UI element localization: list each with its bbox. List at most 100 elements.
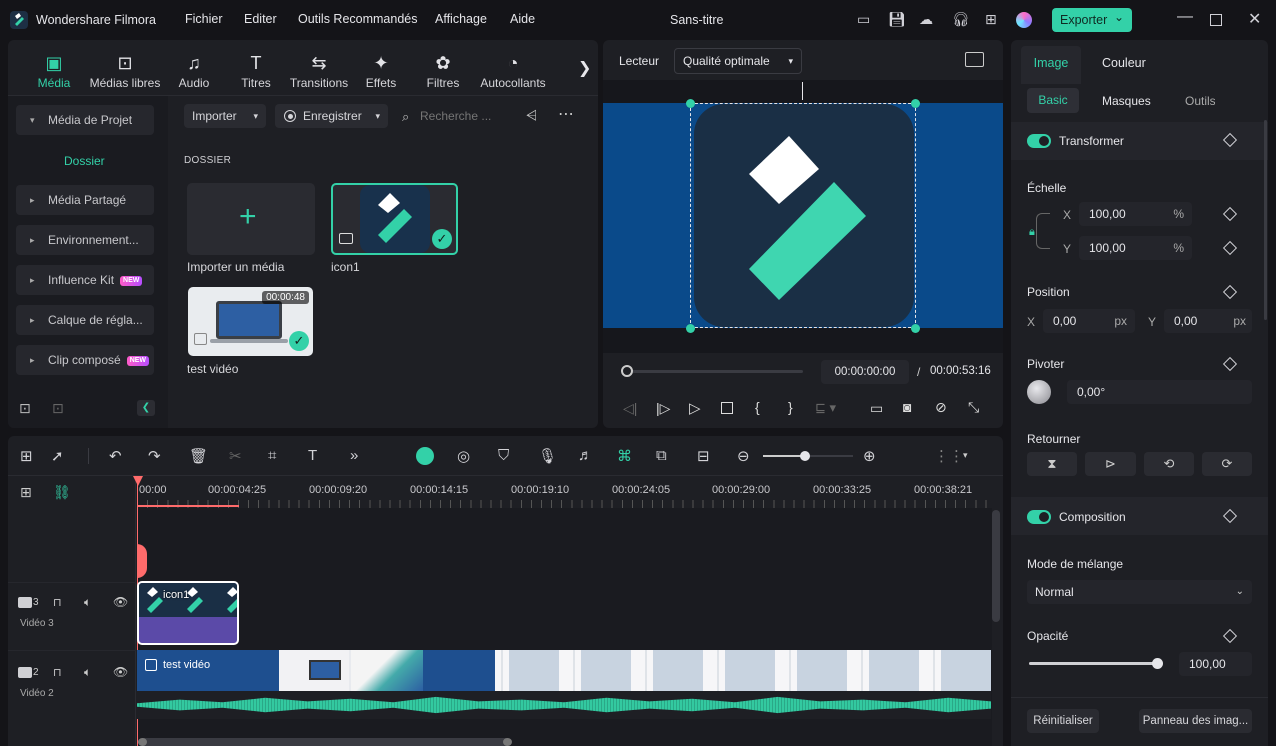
delete-icon[interactable]: 🗑︎: [189, 447, 208, 465]
opacity-input[interactable]: 100,00: [1179, 652, 1252, 676]
grid-view-icon[interactable]: ⋮⋮: [934, 447, 964, 465]
tab-image[interactable]: Image: [1021, 46, 1081, 84]
cloud-upload-icon[interactable]: ☁: [919, 11, 933, 28]
playback-knob[interactable]: [621, 365, 633, 377]
save-icon[interactable]: 💾︎: [888, 11, 906, 28]
composition-toggle[interactable]: [1027, 510, 1051, 524]
menu-affichage[interactable]: Affichage: [435, 12, 487, 26]
sidebar-item-shared-media[interactable]: Média Partagé: [16, 185, 154, 215]
play-icon[interactable]: ▷: [689, 399, 701, 417]
layout-grid-icon[interactable]: ⊞: [20, 447, 33, 465]
reset-button[interactable]: Réinitialiser: [1027, 709, 1099, 733]
scroll-handle[interactable]: [138, 738, 147, 746]
avatar[interactable]: [1016, 12, 1032, 28]
fit-icon[interactable]: ⊟: [697, 447, 710, 465]
collapse-sidebar-button[interactable]: ❮: [137, 400, 155, 416]
resize-handle[interactable]: [686, 324, 695, 333]
keyframe-panel-button[interactable]: Panneau des imag...: [1139, 709, 1252, 733]
search-input[interactable]: [420, 104, 510, 128]
crop-icon[interactable]: ⌗: [268, 447, 276, 464]
folder-icon[interactable]: ⊡: [52, 400, 64, 417]
marker-menu-icon[interactable]: ⊑ ▾: [815, 400, 836, 416]
text-tool-icon[interactable]: T: [308, 447, 317, 464]
menu-aide[interactable]: Aide: [510, 12, 535, 26]
resize-handle[interactable]: [911, 99, 920, 108]
audio-indicator-tab[interactable]: [137, 544, 147, 578]
tab-audio[interactable]: ♫ Audio: [159, 52, 229, 90]
sidebar-item-influence-kit[interactable]: Influence Kit NEW: [16, 265, 154, 295]
fullscreen-icon[interactable]: ⤡: [968, 399, 979, 416]
camera-icon[interactable]: ◙: [903, 399, 911, 415]
playback-track[interactable]: [627, 370, 803, 373]
scale-x-input[interactable]: 100,00 %: [1079, 202, 1192, 226]
filter-sort-icon[interactable]: ⩤: [526, 107, 537, 124]
split-icon[interactable]: ✂: [229, 447, 242, 465]
close-icon[interactable]: ✕: [1248, 9, 1261, 29]
flip-vertical-button[interactable]: ⊳: [1085, 452, 1136, 476]
menu-fichier[interactable]: Fichier: [185, 12, 223, 26]
play-frame-icon[interactable]: |▷: [656, 400, 670, 417]
opacity-slider-track[interactable]: [1029, 662, 1157, 665]
subtab-basic[interactable]: Basic: [1027, 88, 1079, 113]
tab-transitions[interactable]: ⇆ Transitions: [284, 52, 354, 90]
media-item-icon1[interactable]: ✓: [331, 183, 458, 255]
mark-in-icon[interactable]: {: [755, 399, 760, 415]
more-options-icon[interactable]: ⋯: [558, 104, 574, 124]
snapshot-image-icon[interactable]: [965, 52, 984, 67]
clip-icon1[interactable]: icon1: [137, 581, 239, 645]
select-tool-icon[interactable]: ➚: [51, 447, 64, 465]
quality-select[interactable]: Qualité optimale ▾: [674, 48, 802, 74]
export-button[interactable]: Exporter ⌄: [1052, 8, 1132, 32]
tab-media[interactable]: ▣ Média: [19, 52, 89, 90]
position-x-input[interactable]: 0,00 px: [1043, 309, 1135, 333]
media-item-test-video[interactable]: 00:00:48 ✓: [188, 287, 313, 356]
link-icon[interactable]: ⛓: [53, 484, 71, 501]
import-button[interactable]: Importer ▾: [184, 104, 266, 128]
layout-icon[interactable]: ▭: [857, 11, 870, 28]
lock-icon[interactable]: ⊓: [53, 666, 62, 679]
import-media-tile[interactable]: +: [187, 183, 315, 255]
visibility-eye-icon[interactable]: 👁︎: [113, 665, 128, 679]
marker-icon[interactable]: ⛉: [498, 447, 509, 464]
lock-icon[interactable]: ⊓: [53, 596, 62, 609]
sidebar-item-compound-clip[interactable]: Clip composé NEW: [16, 345, 154, 375]
tab-filters[interactable]: ✿ Filtres: [408, 52, 478, 90]
tab-stock-media[interactable]: ⊡ Médias libres: [89, 52, 161, 90]
scroll-handle[interactable]: [503, 738, 512, 746]
scale-y-input[interactable]: 100,00 %: [1079, 236, 1192, 260]
clip-test-video[interactable]: test vidéo: [137, 650, 991, 691]
sidebar-item-project-media[interactable]: Média de Projet: [16, 105, 154, 135]
right-panel-scrollbar[interactable]: [1264, 120, 1267, 320]
chevron-right-icon[interactable]: ❯: [578, 58, 591, 78]
tab-stickers[interactable]: ◔ Autocollants: [476, 52, 550, 90]
ai-robot-icon[interactable]: [416, 447, 434, 465]
more-tools-icon[interactable]: »: [350, 447, 358, 464]
tab-color[interactable]: Couleur: [1102, 56, 1146, 70]
resize-handle[interactable]: [686, 99, 695, 108]
speaker-icon[interactable]: 🔈︎: [84, 665, 91, 680]
rotate-ccw-button[interactable]: ⟲: [1144, 452, 1194, 476]
menu-editer[interactable]: Editer: [244, 12, 277, 26]
zoom-out-icon[interactable]: ⊖: [737, 447, 750, 465]
tab-effects[interactable]: ✦ Effets: [346, 52, 416, 90]
minimize-icon[interactable]: —: [1177, 8, 1193, 26]
subtab-tools[interactable]: Outils: [1185, 94, 1215, 108]
blend-mode-select[interactable]: Normal ⌄: [1027, 580, 1252, 604]
resize-handle[interactable]: [911, 324, 920, 333]
audio-track-icon[interactable]: ♬: [578, 447, 593, 464]
sidebar-item-folder[interactable]: Dossier: [64, 154, 105, 168]
maximize-icon[interactable]: [1210, 14, 1222, 26]
opacity-slider-knob[interactable]: [1152, 658, 1163, 669]
apps-grid-icon[interactable]: ⊞: [985, 11, 997, 28]
mute-icon[interactable]: ⊘: [935, 399, 947, 416]
rotate-dial[interactable]: [1027, 380, 1051, 404]
tab-titles[interactable]: T Titres: [221, 52, 291, 90]
visibility-eye-icon[interactable]: 👁︎: [113, 595, 128, 609]
subtab-masks[interactable]: Masques: [1102, 94, 1151, 108]
headset-icon[interactable]: 🎧︎: [952, 11, 970, 28]
selection-box[interactable]: [690, 103, 916, 328]
add-track-icon[interactable]: ⊞: [20, 484, 32, 501]
undo-icon[interactable]: ↶: [109, 447, 122, 465]
new-folder-icon[interactable]: ⊡: [19, 400, 31, 417]
rotate-input[interactable]: 0,00°: [1067, 380, 1252, 404]
